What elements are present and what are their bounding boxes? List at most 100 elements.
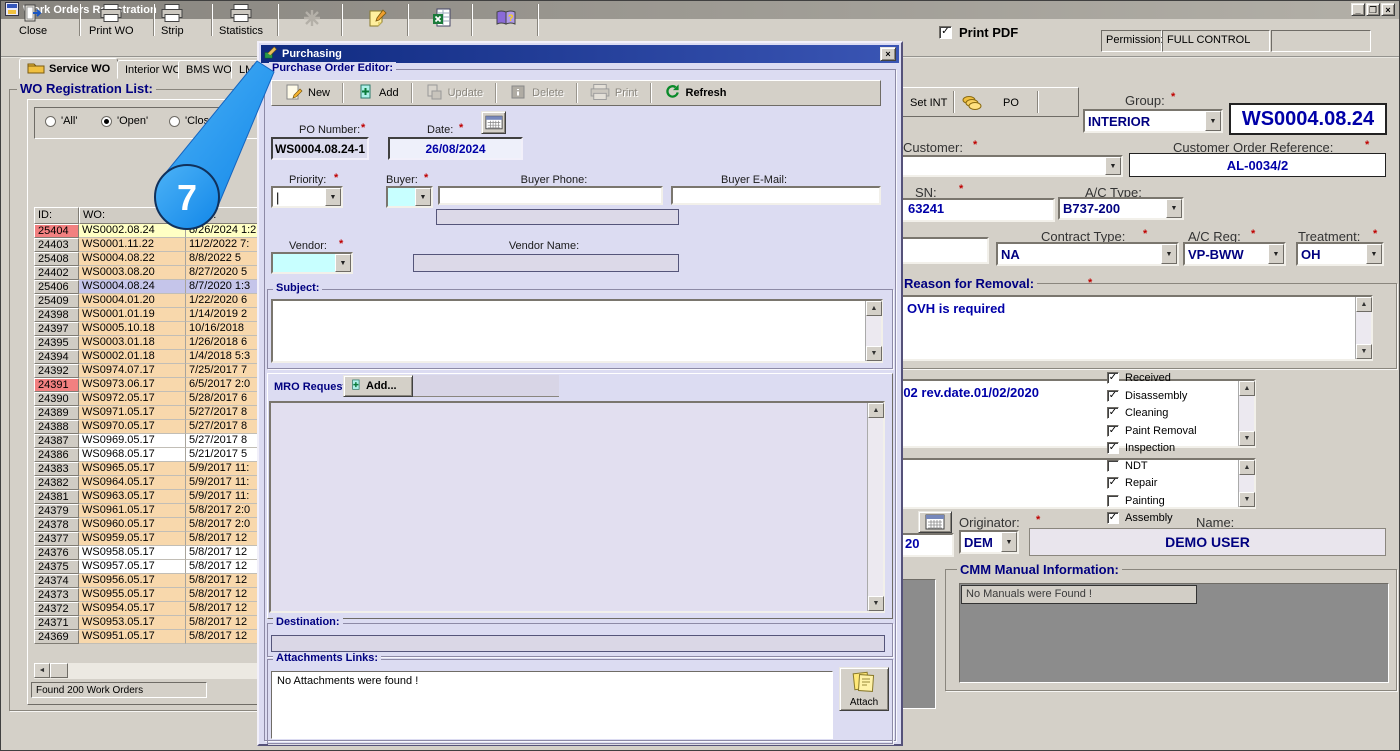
filter-all-radio[interactable]: 'All'	[45, 115, 77, 127]
notes-textarea[interactable]: -02 rev.date.01/02/2020 ▲ ▼	[891, 379, 1256, 448]
cmm-list[interactable]: No Manuals were Found !	[959, 583, 1389, 683]
radio-icon[interactable]	[101, 115, 112, 127]
process-step-assembly[interactable]: ✓ Assembly	[1107, 511, 1173, 525]
print-wo-button[interactable]: Print WO	[87, 3, 136, 37]
process-step-received[interactable]: ✓ Received	[1107, 371, 1171, 385]
asterisk-icon[interactable]	[299, 5, 325, 31]
scrollbar[interactable]: ▲ ▼	[865, 301, 882, 361]
print-pdf-option[interactable]: ✓ Print PDF	[939, 25, 1018, 40]
dialog-titlebar[interactable]: Purchasing ×	[261, 45, 899, 63]
scroll-up-icon[interactable]: ▲	[1356, 297, 1372, 312]
checkbox-icon[interactable]: ✓	[1107, 407, 1119, 419]
help-book-icon[interactable]: ?	[493, 5, 519, 31]
checkbox-icon[interactable]: ✓	[1107, 389, 1119, 402]
treatment-select[interactable]: OH ▼	[1296, 242, 1384, 266]
vendor-select[interactable]: ▼	[271, 252, 353, 274]
mro-list[interactable]: ▲ ▼	[269, 401, 885, 613]
tab-service-wo[interactable]: Service WO	[19, 58, 119, 79]
strip-button[interactable]: Strip	[159, 3, 186, 37]
radio-icon[interactable]	[45, 115, 56, 127]
process-step-disassembly[interactable]: ✓ Disassembly	[1107, 389, 1187, 403]
originator-select[interactable]: DEM ▼	[959, 530, 1019, 554]
new-button[interactable]: New	[276, 81, 339, 106]
checkbox-icon[interactable]: ✓	[939, 26, 952, 39]
calendar-button[interactable]	[481, 111, 506, 134]
filter-close-radio[interactable]: 'Close'	[169, 115, 217, 127]
po-button[interactable]: PO	[997, 93, 1025, 112]
scroll-up-icon[interactable]: ▲	[868, 403, 884, 418]
process-step-ndt[interactable]: NDT	[1107, 459, 1148, 473]
checkbox-icon[interactable]: ✓	[1107, 424, 1119, 437]
set-int-button[interactable]: Set INT	[906, 93, 951, 112]
ac-type-select[interactable]: B737-200 ▼	[1058, 197, 1184, 220]
scroll-up-icon[interactable]: ▲	[1239, 460, 1255, 475]
checkbox-icon[interactable]: ✓	[1107, 372, 1119, 384]
excel-export-icon[interactable]	[429, 5, 455, 31]
date-field[interactable]: 26/08/2024	[388, 137, 523, 160]
coins-icon[interactable]	[961, 95, 983, 114]
scroll-up-icon[interactable]: ▲	[1239, 381, 1255, 396]
scrollbar[interactable]: ▲ ▼	[1238, 460, 1255, 507]
customer-select[interactable]: ▼	[894, 155, 1123, 177]
priority-select[interactable]: | ▼	[271, 186, 343, 208]
dialog-close-icon[interactable]: ×	[880, 47, 896, 61]
scroll-up-icon[interactable]: ▲	[866, 301, 882, 316]
buyer-select[interactable]: ▼	[386, 186, 433, 208]
scrollbar-thumb[interactable]	[50, 663, 68, 678]
attach-button[interactable]: Attach	[839, 667, 889, 711]
dropdown-arrow-icon[interactable]: ▼	[1105, 157, 1121, 175]
dropdown-arrow-icon[interactable]: ▼	[1161, 244, 1177, 264]
buyer-email-input[interactable]	[671, 186, 881, 205]
process-step-painting[interactable]: Painting	[1107, 494, 1165, 508]
notes-textarea-2[interactable]: ▲ ▼	[891, 458, 1256, 509]
dropdown-arrow-icon[interactable]: ▼	[1001, 532, 1017, 552]
delete-button[interactable]: Delete	[500, 81, 573, 106]
scroll-down-icon[interactable]: ▼	[1239, 492, 1255, 507]
restore-button[interactable]: ❐	[1366, 3, 1380, 16]
checkbox-icon[interactable]: ✓	[1107, 442, 1119, 454]
print-button[interactable]: Print	[581, 82, 647, 105]
calendar-button[interactable]	[918, 511, 952, 533]
group-select[interactable]: INTERIOR ▼	[1083, 109, 1223, 133]
update-button[interactable]: Update	[416, 81, 492, 106]
customer-order-ref-value[interactable]: AL-0034/2	[1129, 153, 1386, 177]
checkbox-icon[interactable]	[1107, 494, 1119, 507]
reason-textarea[interactable]: OVH is required ▲ ▼	[899, 295, 1373, 361]
add-button[interactable]: Add	[347, 81, 408, 106]
process-step-repair[interactable]: ✓ Repair	[1107, 476, 1157, 490]
close-button[interactable]: Close	[17, 3, 49, 37]
close-window-button[interactable]: ×	[1381, 3, 1395, 16]
filter-open-radio[interactable]: 'Open'	[101, 115, 148, 127]
scroll-down-icon[interactable]: ▼	[868, 596, 884, 611]
statistics-button[interactable]: Statistics	[217, 3, 265, 37]
dropdown-arrow-icon[interactable]: ▼	[335, 254, 351, 272]
scroll-left-icon[interactable]: ◄	[34, 663, 50, 678]
dropdown-arrow-icon[interactable]: ▼	[325, 188, 341, 206]
refresh-button[interactable]: Refresh	[655, 81, 736, 105]
scroll-down-icon[interactable]: ▼	[1356, 344, 1372, 359]
ac-reg-select[interactable]: VP-BWW ▼	[1183, 242, 1286, 266]
dropdown-arrow-icon[interactable]: ▼	[1268, 244, 1284, 264]
radio-icon[interactable]	[169, 115, 180, 127]
column-header-id[interactable]: ID:	[34, 207, 79, 224]
scrollbar[interactable]: ▲ ▼	[867, 403, 884, 611]
minimize-button[interactable]: _	[1351, 3, 1365, 16]
column-header-wo[interactable]: WO:	[79, 207, 186, 224]
scrollbar[interactable]: ▲ ▼	[1238, 381, 1255, 446]
attachments-list[interactable]: No Attachments were found !	[271, 671, 833, 739]
dropdown-arrow-icon[interactable]: ▼	[415, 188, 431, 206]
checkbox-icon[interactable]: ✓	[1107, 512, 1119, 524]
scroll-down-icon[interactable]: ▼	[1239, 431, 1255, 446]
checkbox-icon[interactable]: ✓	[1107, 477, 1119, 489]
subject-textarea[interactable]: ▲ ▼	[271, 299, 883, 363]
mro-add-tab[interactable]: Add...	[343, 375, 413, 397]
contract-type-select[interactable]: NA ▼	[996, 242, 1179, 266]
process-step-paint-removal[interactable]: ✓ Paint Removal	[1107, 424, 1197, 438]
dropdown-arrow-icon[interactable]: ▼	[1166, 199, 1182, 218]
dropdown-arrow-icon[interactable]: ▼	[1366, 244, 1382, 264]
process-step-cleaning[interactable]: ✓ Cleaning	[1107, 406, 1168, 420]
sn-field[interactable]: 63241	[894, 198, 1055, 222]
buyer-phone-input[interactable]	[438, 186, 663, 205]
note-icon[interactable]	[365, 5, 391, 31]
checkbox-icon[interactable]	[1107, 459, 1119, 472]
